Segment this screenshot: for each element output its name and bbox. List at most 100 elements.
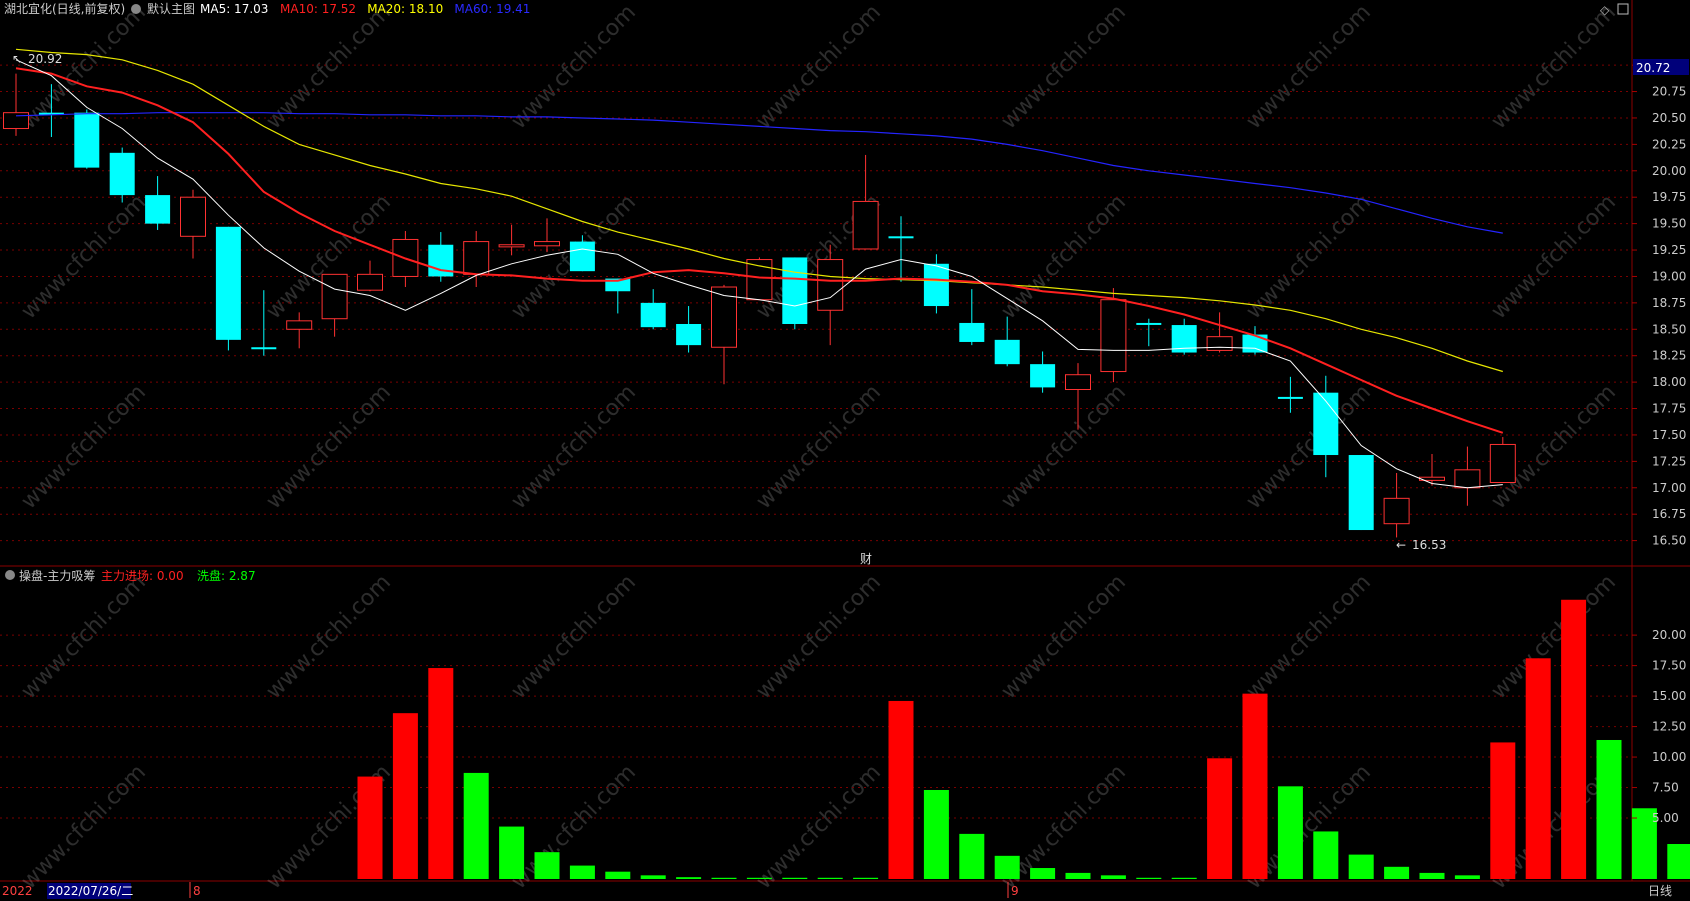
indicator-name[interactable]: 操盘-主力吸筹 (19, 568, 95, 583)
price-tick-label: 20.25 (1652, 137, 1686, 151)
main-entry-bar (1525, 658, 1551, 879)
ma-legend-item: MA60: 19.41 (454, 2, 530, 16)
price-tick-label: 19.50 (1652, 217, 1686, 231)
main-grid (0, 64, 1632, 542)
template-name[interactable]: 默认主图 (147, 1, 195, 16)
candle-body-up (1489, 443, 1516, 483)
candle-body-down (1136, 322, 1162, 325)
price-tick-label: 16.75 (1652, 507, 1686, 521)
candle-body-down (251, 347, 277, 350)
washout-bar (817, 877, 843, 879)
price-tick-label: 18.00 (1652, 375, 1686, 389)
main-entry-bar (392, 713, 418, 879)
price-tick-label: 17.50 (1652, 428, 1686, 442)
washout-bar (1136, 877, 1162, 879)
watermark-text: www.cfchi.com (17, 380, 151, 514)
candle-body-down (215, 226, 241, 340)
candle-body-down (959, 322, 985, 342)
candle-body-down (1348, 455, 1374, 531)
washout-bar (1596, 739, 1622, 879)
ma-legend-item: MA5: 17.03 (200, 2, 268, 16)
candle-body-up (357, 273, 383, 291)
price-tick-label: 20.00 (1652, 164, 1686, 178)
watermark-text: www.cfchi.com (997, 380, 1131, 514)
finance-marker[interactable]: 财 (860, 552, 872, 566)
period-label[interactable]: 日线 (1648, 884, 1672, 898)
main-entry-bar (888, 700, 914, 879)
candle-body-down (676, 324, 702, 346)
indicator-tick-label: 15.00 (1652, 689, 1686, 703)
candle-body-up (180, 196, 206, 237)
watermark-text: www.cfchi.com (262, 380, 396, 514)
main-entry-bar (1242, 693, 1268, 879)
price-tick-label: 16.50 (1652, 534, 1686, 548)
window-close-icon[interactable] (1617, 3, 1629, 15)
candle-body-down (109, 152, 135, 196)
indicator-legend-item: 洗盘: 2.87 (197, 568, 256, 583)
time-axis-year: 2022 (2, 884, 33, 898)
ma-legend-item: MA10: 17.52 (280, 2, 356, 16)
watermark-text: www.cfchi.com (1242, 570, 1376, 704)
candle-body-up (1206, 336, 1233, 351)
last-price-tag: 20.72 (1636, 61, 1670, 75)
candle-body-up (852, 200, 879, 250)
washout-bar (853, 877, 879, 879)
window-resize-icon[interactable]: ◇ (1600, 3, 1610, 17)
candle-body-up (286, 320, 313, 330)
candle-body-up (1100, 299, 1127, 373)
washout-bar (640, 875, 666, 879)
low-price-marker: 16.53 (1412, 538, 1446, 552)
price-tick-label: 18.50 (1652, 322, 1686, 336)
price-tick-label: 20.50 (1652, 111, 1686, 125)
washout-bar (959, 833, 985, 879)
time-cursor-date: 2022/07/26/二 (48, 884, 133, 898)
watermark-text: www.cfchi.com (262, 570, 396, 704)
price-tick-label: 18.75 (1652, 296, 1686, 310)
candle-body-up (534, 241, 560, 247)
washout-bar (463, 772, 489, 879)
watermark-text: www.cfchi.com (17, 760, 151, 894)
watermark-layer: www.cfchi.com www.cfchi.com www.cfchi.com w… (17, 0, 1621, 894)
candle-body-down (145, 195, 171, 224)
washout-bar (534, 852, 560, 879)
indicator-tick-label: 5.00 (1652, 811, 1679, 825)
ma60-line (15, 112, 1503, 234)
indicator-tick-label: 7.50 (1652, 781, 1679, 795)
watermark-text: www.cfchi.com (1487, 570, 1621, 704)
washout-bar (1667, 844, 1690, 879)
washout-bar (676, 877, 702, 879)
candle-body-down (1313, 392, 1339, 456)
washout-bar (1100, 875, 1126, 879)
washout-bar (923, 789, 949, 879)
candle-body-up (463, 241, 490, 275)
stock-chart[interactable]: www.cfchi.com www.cfchi.com www.cfchi.com w… (0, 0, 1690, 901)
candle-body-down (888, 236, 914, 239)
low-price-arrow: ← (1396, 538, 1406, 552)
washout-bar (994, 855, 1020, 879)
indicator-dropdown-icon[interactable] (5, 570, 15, 580)
watermark-text: www.cfchi.com (17, 190, 151, 324)
watermark-text: www.cfchi.com (997, 570, 1131, 704)
template-dropdown-icon[interactable] (131, 4, 141, 14)
indicator-tick-label: 20.00 (1652, 628, 1686, 642)
watermark-text: www.cfchi.com (752, 0, 886, 134)
washout-bar (1171, 877, 1197, 879)
main-entry-bar (428, 668, 454, 879)
candle-body-down (569, 241, 595, 272)
indicator-tick-label: 10.00 (1652, 750, 1686, 764)
candle-body-down (1277, 396, 1303, 399)
washout-bar (711, 877, 737, 879)
indicator-tick-label: 12.50 (1652, 720, 1686, 734)
washout-bar (746, 877, 772, 879)
price-tick-label: 18.25 (1652, 349, 1686, 363)
candle-body-up (1065, 374, 1091, 391)
candle-body-down (1030, 364, 1056, 388)
main-entry-bar (357, 776, 383, 879)
candle-body-up (817, 259, 844, 311)
price-tick-label: 17.75 (1652, 402, 1686, 416)
watermark-text: www.cfchi.com (17, 570, 151, 704)
price-tick-label: 17.25 (1652, 454, 1686, 468)
price-tick-label: 19.00 (1652, 269, 1686, 283)
washout-bar (1313, 831, 1339, 879)
watermark-text: www.cfchi.com (507, 380, 641, 514)
